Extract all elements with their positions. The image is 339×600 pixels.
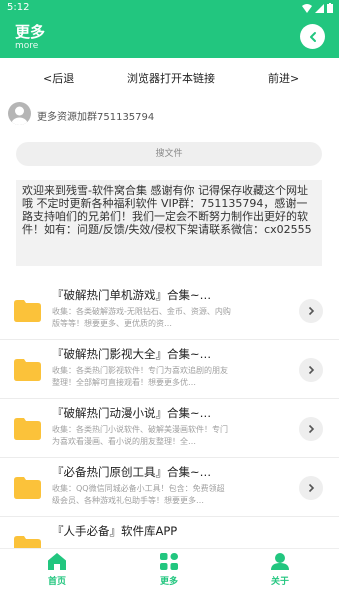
list-item-title: 『破解热门影视大全』合集~… — [52, 347, 212, 361]
tab-about-label: 关于 — [270, 577, 289, 587]
tab-more[interactable]: 更多 — [139, 553, 199, 587]
folder-icon — [14, 418, 41, 440]
notice-text: 欢迎来到残雪-软件窝合集 感谢有你 记得保存收藏这个网址哦 不定时更新各种福利软… — [16, 180, 322, 266]
list-item-title: 『破解热门动漫小说』合集~… — [52, 406, 212, 420]
tab-home[interactable]: 首页 — [27, 553, 87, 587]
battery-icon — [327, 3, 333, 13]
avatar — [8, 102, 31, 125]
chevron-right-icon[interactable] — [299, 299, 323, 323]
app-header: 更多 more — [0, 16, 339, 58]
list-item[interactable]: 『破解热门影视大全』合集~… 收集：各类热门影视软件！专门为喜欢追剧的朋友整理！… — [0, 341, 339, 399]
folder-icon — [14, 359, 41, 381]
list-item-desc: 收集：各类热门影视软件！专门为喜欢追剧的朋友整理！全部解可直接观看！想要更多优… — [52, 366, 228, 387]
nav-forward-link[interactable]: 前进> — [268, 70, 299, 86]
tab-about[interactable]: 关于 — [250, 553, 310, 587]
user-icon — [11, 106, 28, 125]
wifi-icon — [302, 3, 312, 13]
list-item[interactable]: 『必备热门原创工具』合集~… 收集：QQ微信同城必备小工具！包含：免费领超级会员… — [0, 459, 339, 517]
chevron-right-icon[interactable] — [299, 358, 323, 382]
bottom-tab-bar: 首页 更多 关于 — [0, 548, 339, 600]
qq-group-text: 更多资源加群751135794 — [37, 112, 155, 123]
search-input[interactable]: 搜文件 — [16, 142, 322, 166]
chevron-right-icon[interactable] — [299, 476, 323, 500]
list-item-desc: 收集：各类热门小说软件、破解美漫画软件！专门为喜欢看漫画、看小说的朋友整理！全… — [52, 425, 228, 446]
list-item-title: 『破解热门单机游戏』合集~… — [52, 288, 212, 302]
list-item[interactable]: 『破解热门单机游戏』合集~… 收集：各类破解游戏-无限钻石、金币、资源、内购版等… — [0, 282, 339, 340]
home-icon — [48, 553, 66, 570]
nav-back-link[interactable]: <后退 — [43, 70, 74, 86]
tab-more-label: 更多 — [159, 577, 178, 587]
nav-open-browser-link[interactable]: 浏览器打开本链接 — [127, 70, 215, 86]
status-time: 5:12 — [7, 2, 30, 13]
tab-home-label: 首页 — [47, 577, 66, 587]
user-icon — [271, 553, 289, 570]
status-icons — [302, 3, 333, 13]
signal-icon — [315, 3, 324, 13]
browser-nav-bar: <后退 浏览器打开本链接 前进> — [0, 60, 339, 94]
qq-group-row[interactable]: 更多资源加群751135794 — [0, 96, 339, 132]
chevron-right-icon[interactable] — [299, 417, 323, 441]
status-bar: 5:12 — [0, 0, 339, 16]
chevron-left-icon — [309, 31, 316, 42]
grid-icon — [160, 553, 178, 570]
folder-icon — [14, 300, 41, 322]
list-item-desc: 收集：QQ微信同城必备小工具！包含：免费领超级会员、各种游戏礼包助手等！想要更多… — [52, 484, 225, 505]
list-item-title: 『必备热门原创工具』合集~… — [52, 465, 212, 479]
list-item[interactable]: 『破解热门动漫小说』合集~… 收集：各类热门小说软件、破解美漫画软件！专门为喜欢… — [0, 400, 339, 458]
page-title: 更多 — [15, 23, 46, 41]
page-subtitle: more — [15, 41, 39, 51]
list-item-title: 『人手必备』软件库APP — [52, 524, 178, 538]
folder-icon — [14, 477, 41, 499]
back-button[interactable] — [300, 24, 325, 49]
list-item-desc: 收集：各类破解游戏-无限钻石、金币、资源、内购版等等！想要更多、更优质的资… — [52, 307, 231, 328]
